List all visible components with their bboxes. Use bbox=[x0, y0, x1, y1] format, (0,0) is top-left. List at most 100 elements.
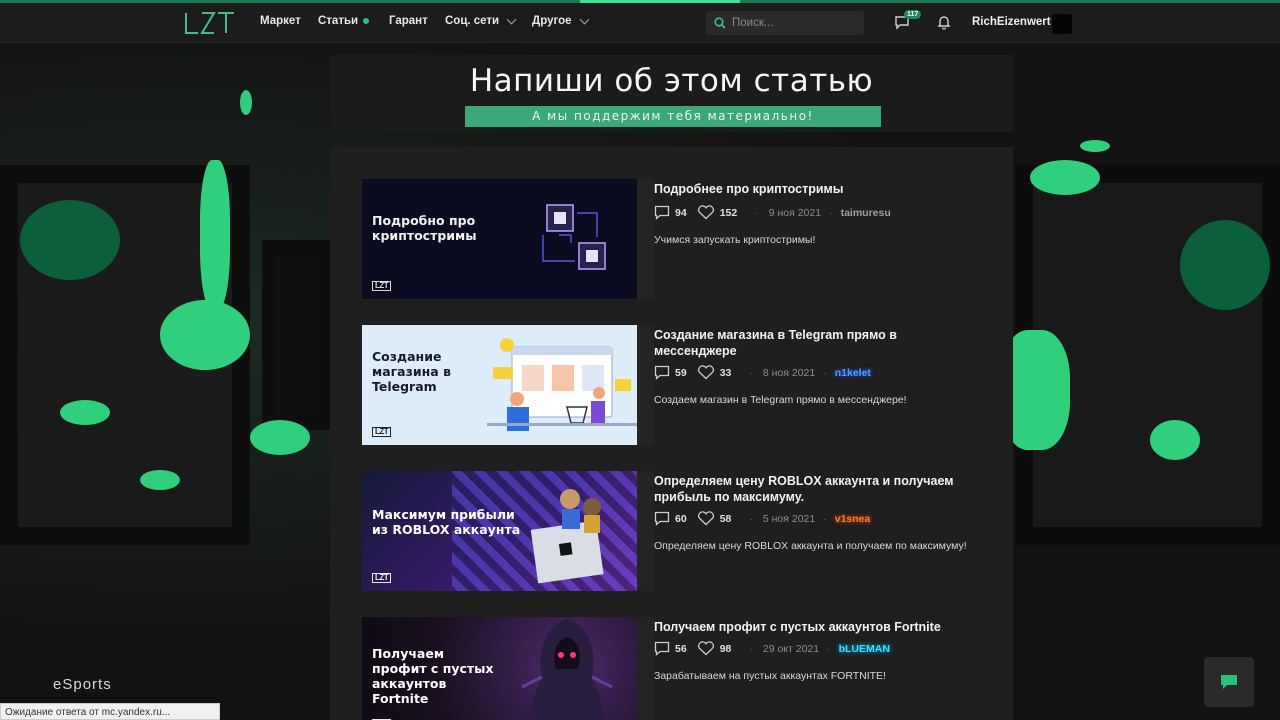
write-article-banner[interactable]: Напиши об этом статью А мы поддержим теб… bbox=[330, 55, 1013, 132]
article-description: Определяем цену ROBLOX аккаунта и получа… bbox=[654, 540, 967, 552]
comment-icon bbox=[654, 511, 670, 526]
articles-list: Подробно про криптостримы LZT Подробнее … bbox=[330, 147, 1013, 720]
bg-splat bbox=[200, 160, 230, 310]
comment-count: 94 bbox=[675, 206, 687, 219]
comment-icon bbox=[654, 365, 670, 380]
article-item: Подробно про криптостримы LZT Подробнее … bbox=[362, 179, 992, 304]
username[interactable]: RichEizenwert bbox=[972, 16, 1051, 28]
bg-splat-dark bbox=[1180, 220, 1270, 310]
search-box[interactable] bbox=[706, 11, 864, 35]
nav-market-label: Маркет bbox=[260, 15, 301, 27]
article-meta: 60 58 · 5 ноя 2021 · v1snea bbox=[654, 511, 870, 526]
banner-title: Напиши об этом статью bbox=[469, 63, 874, 99]
shop-illustration-icon bbox=[487, 338, 637, 431]
search-icon bbox=[714, 17, 726, 29]
meta-separator: · bbox=[749, 512, 753, 525]
article-title[interactable]: Получаем профит с пустых аккаунтов Fortn… bbox=[654, 619, 974, 635]
comment-count: 56 bbox=[675, 642, 687, 655]
like-count: 33 bbox=[719, 366, 732, 379]
heart-icon[interactable] bbox=[697, 641, 715, 656]
article-meta: 56 98 · 29 окт 2021 · bLUEMAN bbox=[654, 641, 890, 656]
lzt-logo-icon bbox=[185, 12, 234, 34]
thumbnail-edge bbox=[637, 179, 654, 299]
nav-guarantor-label: Гарант bbox=[389, 15, 428, 27]
thumbnail-title: Создание магазина в Telegram bbox=[372, 349, 451, 394]
nav-market[interactable]: Маркет bbox=[260, 15, 301, 27]
article-meta: 59 33 · 8 ноя 2021 · n1kelet bbox=[654, 365, 871, 380]
nav-social[interactable]: Соц. сети bbox=[445, 14, 517, 27]
article-author[interactable]: n1kelet bbox=[835, 367, 871, 379]
article-thumbnail[interactable]: Создание магазина в Telegram LZT bbox=[362, 325, 637, 445]
bg-splat-dark bbox=[20, 200, 120, 280]
article-thumbnail[interactable]: Максимум прибыли из ROBLOX аккаунта LZT bbox=[362, 471, 637, 591]
meta-separator: · bbox=[749, 366, 753, 379]
nav-other[interactable]: Другое bbox=[532, 14, 589, 27]
nav-guarantor[interactable]: Гарант bbox=[389, 15, 428, 27]
thumbnail-title: Получаем профит с пустых аккаунтов Fortn… bbox=[372, 646, 494, 706]
meta-separator: · bbox=[827, 642, 831, 655]
crypto-stream-illustration-icon bbox=[542, 204, 606, 270]
browser-status-bar: Ожидание ответа от mc.yandex.ru... bbox=[0, 703, 220, 720]
meta-separator: · bbox=[829, 206, 833, 219]
article-date: 5 ноя 2021 bbox=[762, 512, 816, 525]
nav-articles-label: Статьи bbox=[318, 15, 359, 27]
comment-icon bbox=[654, 205, 670, 220]
comment-icon bbox=[654, 641, 670, 656]
article-meta: 94 152 · 9 ноя 2021 · taimuresu bbox=[654, 205, 891, 220]
article-item: Создание магазина в Telegram LZT Создани bbox=[362, 325, 992, 450]
bg-splat bbox=[1150, 420, 1200, 460]
thumbnail-title: Максимум прибыли из ROBLOX аккаунта bbox=[372, 507, 521, 537]
bg-letter-left-2 bbox=[262, 240, 332, 430]
bg-splat bbox=[1080, 140, 1110, 152]
bg-splat bbox=[60, 400, 110, 425]
chat-icon bbox=[1221, 675, 1237, 689]
meta-separator: · bbox=[823, 366, 827, 379]
article-title[interactable]: Определяем цену ROBLOX аккаунта и получа… bbox=[654, 473, 974, 505]
fortnite-raven-icon bbox=[521, 619, 613, 720]
thumbnail-logo: LZT bbox=[372, 573, 392, 583]
thumbnail-edge bbox=[637, 617, 654, 720]
thumbnail-edge bbox=[637, 471, 654, 591]
meta-separator: · bbox=[755, 206, 759, 219]
article-thumbnail[interactable]: Получаем профит с пустых аккаунтов Fortn… bbox=[362, 617, 637, 720]
heart-icon[interactable] bbox=[697, 511, 715, 526]
like-count: 58 bbox=[719, 512, 732, 525]
thumbnail-edge bbox=[637, 325, 654, 445]
meta-separator: · bbox=[749, 642, 753, 655]
esports-label[interactable]: eSports bbox=[53, 676, 112, 693]
alerts-button[interactable] bbox=[936, 14, 952, 35]
thumbnail-title: Подробно про криптостримы bbox=[372, 213, 477, 243]
avatar[interactable] bbox=[1052, 14, 1072, 34]
bg-splat bbox=[250, 420, 310, 455]
nav-social-label: Соц. сети bbox=[445, 15, 500, 27]
article-title[interactable]: Создание магазина в Telegram прямо в мес… bbox=[654, 327, 974, 359]
article-author[interactable]: bLUEMAN bbox=[839, 643, 890, 655]
like-count: 152 bbox=[719, 206, 738, 219]
thumbnail-logo: LZT bbox=[372, 281, 392, 291]
site-logo[interactable] bbox=[184, 11, 236, 35]
article-author[interactable]: v1snea bbox=[835, 513, 871, 525]
nav-articles[interactable]: Статьи bbox=[318, 15, 370, 27]
comment-count: 59 bbox=[675, 366, 687, 379]
heart-icon[interactable] bbox=[697, 205, 715, 220]
bell-icon bbox=[937, 16, 951, 30]
support-chat-button[interactable] bbox=[1204, 657, 1254, 707]
article-date: 8 ноя 2021 bbox=[762, 366, 816, 379]
article-item: Максимум прибыли из ROBLOX аккаунта LZT … bbox=[362, 471, 992, 596]
bg-splat bbox=[160, 300, 250, 370]
article-date: 29 окт 2021 bbox=[762, 642, 820, 655]
nav-other-label: Другое bbox=[532, 15, 572, 27]
article-author[interactable]: taimuresu bbox=[841, 207, 891, 219]
heart-icon[interactable] bbox=[697, 365, 715, 380]
article-description: Учимся запускать криптостримы! bbox=[654, 234, 816, 246]
chevron-down-icon bbox=[579, 14, 589, 24]
article-description: Создаем магазин в Telegram прямо в мессе… bbox=[654, 394, 907, 406]
comment-count: 60 bbox=[675, 512, 687, 525]
article-thumbnail[interactable]: Подробно про криптостримы LZT bbox=[362, 179, 637, 299]
search-input[interactable] bbox=[732, 17, 852, 29]
banner-subtitle: А мы поддержим тебя материально! bbox=[465, 106, 881, 127]
bg-splat bbox=[140, 470, 180, 490]
bg-splat bbox=[1030, 160, 1100, 195]
article-title[interactable]: Подробнее про криптостримы bbox=[654, 181, 974, 197]
notification-badge: 117 bbox=[904, 10, 922, 19]
